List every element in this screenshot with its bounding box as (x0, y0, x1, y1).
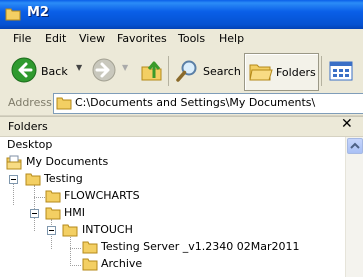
folder-icon (62, 223, 78, 237)
tree-item-label: INTOUCH (82, 223, 133, 236)
address-value: C:\Documents and Settings\My Documents\ (75, 96, 316, 109)
back-arrow-icon (11, 57, 37, 83)
toolbar-separator (168, 56, 169, 86)
folder-icon (45, 189, 61, 203)
views-button[interactable] (326, 53, 363, 89)
address-field[interactable]: C:\Documents and Settings\My Documents\ (53, 93, 363, 114)
forward-arrow-icon (92, 58, 116, 82)
tree-item-label: FLOWCHARTS (64, 189, 140, 202)
menu-bar: File Edit View Favorites Tools Help (0, 29, 363, 51)
vertical-scrollbar[interactable] (345, 137, 363, 277)
chevron-up-icon (350, 142, 360, 149)
menu-favorites[interactable]: Favorites (117, 32, 167, 45)
views-icon (329, 61, 353, 81)
tree-item-flowcharts[interactable]: FLOWCHARTS (0, 188, 200, 205)
toolbar: Back ▼ ▼ Search Folders (0, 50, 363, 93)
forward-dropdown-icon[interactable]: ▼ (122, 63, 128, 72)
folders-pane-header: Folders ✕ (0, 116, 363, 137)
tree-item-label: HMI (64, 206, 86, 219)
folders-label: Folders (276, 66, 316, 79)
address-label: Address (8, 96, 52, 109)
up-folder-icon (140, 58, 164, 82)
folder-tree: Desktop My Documents Testing FLOWCHARTS … (0, 137, 345, 277)
folder-icon (56, 96, 72, 110)
window-title: M2 (27, 5, 49, 20)
folders-button[interactable]: Folders (244, 53, 319, 91)
tree-item-desktop[interactable]: Desktop (0, 137, 200, 154)
back-button[interactable]: Back ▼ (8, 53, 86, 89)
documents-folder-icon (6, 155, 22, 170)
up-folder-button[interactable] (138, 53, 166, 89)
scroll-up-button[interactable] (347, 138, 363, 154)
collapse-icon[interactable] (9, 175, 18, 184)
folder-icon (5, 7, 21, 21)
folder-icon (82, 240, 98, 254)
search-icon (175, 59, 199, 83)
back-label: Back (41, 65, 68, 78)
collapse-icon[interactable] (47, 226, 56, 235)
folder-icon (25, 172, 41, 186)
tree-item-intouch[interactable]: INTOUCH (0, 222, 200, 239)
tree-item-label: My Documents (26, 155, 109, 168)
folder-icon (82, 257, 98, 271)
tree-item-label: Archive (101, 257, 143, 270)
tree-item-label: Testing Server _v1.2340 02Mar2011 (101, 240, 300, 253)
tree-item-archive[interactable]: Archive (0, 256, 200, 273)
tree-item-my-documents[interactable]: My Documents (0, 154, 200, 171)
tree-item-testing[interactable]: Testing (0, 171, 200, 188)
tree-item-label: Testing (44, 172, 83, 185)
close-icon[interactable]: ✕ (341, 116, 353, 132)
menu-edit[interactable]: Edit (45, 32, 66, 45)
tree-item-hmi[interactable]: HMI (0, 205, 200, 222)
menu-view[interactable]: View (79, 32, 105, 45)
toolbar-separator (321, 56, 322, 86)
search-label: Search (203, 65, 241, 78)
folders-pane-title: Folders (8, 120, 48, 133)
menu-file[interactable]: File (13, 32, 31, 45)
forward-button[interactable]: ▼ (90, 53, 134, 89)
address-bar: Address C:\Documents and Settings\My Doc… (0, 92, 363, 116)
tree-item-label: Desktop (7, 138, 53, 151)
back-dropdown-icon[interactable]: ▼ (76, 63, 82, 72)
folders-icon (249, 60, 273, 82)
folder-icon (45, 206, 61, 220)
collapse-icon[interactable] (30, 209, 39, 218)
search-button[interactable]: Search (172, 53, 241, 89)
tree-item-testing-server[interactable]: Testing Server _v1.2340 02Mar2011 (0, 239, 300, 256)
title-bar: M2 (0, 0, 363, 29)
folders-pane: Folders ✕ Desktop My Documents Testing F… (0, 116, 363, 277)
menu-tools[interactable]: Tools (178, 32, 205, 45)
menu-help[interactable]: Help (219, 32, 244, 45)
